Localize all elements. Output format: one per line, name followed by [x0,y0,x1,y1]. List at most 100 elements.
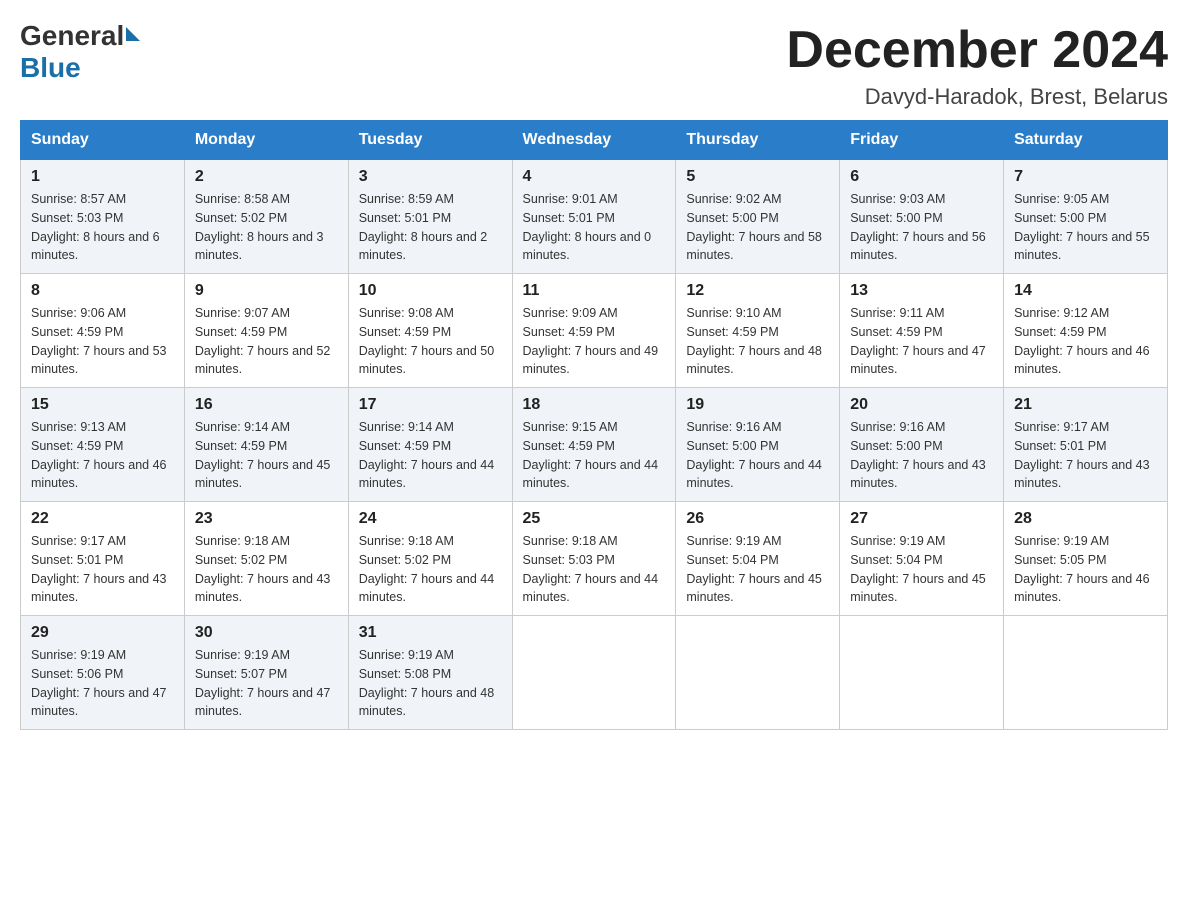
calendar-week-row-5: 29Sunrise: 9:19 AMSunset: 5:06 PMDayligh… [21,616,1168,730]
calendar-cell: 24 Sunrise: 9:18 AMSunset: 5:02 PMDayligh… [348,502,512,616]
calendar-cell: 4 Sunrise: 9:01 AMSunset: 5:01 PMDaylight… [512,160,676,274]
day-number: 6 [850,168,993,186]
day-number: 5 [686,168,829,186]
day-info: Sunrise: 9:12 AMSunset: 4:59 PMDaylight:… [1014,304,1157,379]
page-header: General Blue December 2024 Davyd-Haradok… [20,20,1168,110]
day-number: 4 [523,168,666,186]
calendar-cell: 19 Sunrise: 9:16 AMSunset: 5:00 PMDayligh… [676,388,840,502]
day-number: 7 [1014,168,1157,186]
calendar-cell: 31 Sunrise: 9:19 AMSunset: 5:08 PMDayligh… [348,616,512,730]
day-number: 9 [195,282,338,300]
day-number: 28 [1014,510,1157,528]
calendar-cell: 8Sunrise: 9:06 AMSunset: 4:59 PMDaylight… [21,274,185,388]
calendar-cell: 1 Sunrise: 8:57 AMSunset: 5:03 PMDaylight… [21,160,185,274]
day-info: Sunrise: 9:15 AMSunset: 4:59 PMDaylight:… [523,418,666,493]
calendar-cell: 7 Sunrise: 9:05 AMSunset: 5:00 PMDaylight… [1004,160,1168,274]
calendar-cell: 6 Sunrise: 9:03 AMSunset: 5:00 PMDaylight… [840,160,1004,274]
logo-blue-text: Blue [20,52,81,84]
calendar-cell: 30 Sunrise: 9:19 AMSunset: 5:07 PMDayligh… [184,616,348,730]
col-header-sunday: Sunday [21,121,185,160]
calendar-cell: 16 Sunrise: 9:14 AMSunset: 4:59 PMDayligh… [184,388,348,502]
calendar-week-row-4: 22 Sunrise: 9:17 AMSunset: 5:01 PMDayligh… [21,502,1168,616]
day-number: 1 [31,168,174,186]
day-number: 29 [31,624,174,642]
calendar-cell: 17 Sunrise: 9:14 AMSunset: 4:59 PMDayligh… [348,388,512,502]
day-info: Sunrise: 9:01 AMSunset: 5:01 PMDaylight:… [523,190,666,265]
month-title: December 2024 [786,20,1168,80]
calendar-header-row: Sunday Monday Tuesday Wednesday Thursday… [21,121,1168,160]
col-header-friday: Friday [840,121,1004,160]
day-info: Sunrise: 9:18 AMSunset: 5:02 PMDaylight:… [359,532,502,607]
day-number: 22 [31,510,174,528]
col-header-thursday: Thursday [676,121,840,160]
day-info: Sunrise: 9:19 AMSunset: 5:08 PMDaylight:… [359,646,502,721]
day-number: 17 [359,396,502,414]
day-number: 30 [195,624,338,642]
calendar-cell: 28 Sunrise: 9:19 AMSunset: 5:05 PMDayligh… [1004,502,1168,616]
col-header-wednesday: Wednesday [512,121,676,160]
day-number: 24 [359,510,502,528]
day-info: Sunrise: 8:57 AMSunset: 5:03 PMDaylight:… [31,190,174,265]
calendar-cell: 20Sunrise: 9:16 AMSunset: 5:00 PMDayligh… [840,388,1004,502]
day-info: Sunrise: 9:02 AMSunset: 5:00 PMDaylight:… [686,190,829,265]
day-info: Sunrise: 9:17 AMSunset: 5:01 PMDaylight:… [31,532,174,607]
col-header-saturday: Saturday [1004,121,1168,160]
day-info: Sunrise: 9:19 AMSunset: 5:05 PMDaylight:… [1014,532,1157,607]
day-number: 21 [1014,396,1157,414]
day-number: 23 [195,510,338,528]
day-info: Sunrise: 8:59 AMSunset: 5:01 PMDaylight:… [359,190,502,265]
calendar-table: Sunday Monday Tuesday Wednesday Thursday… [20,120,1168,730]
calendar-week-row-1: 1 Sunrise: 8:57 AMSunset: 5:03 PMDaylight… [21,160,1168,274]
calendar-cell: 23 Sunrise: 9:18 AMSunset: 5:02 PMDayligh… [184,502,348,616]
logo-general-text: General [20,20,124,52]
day-info: Sunrise: 9:14 AMSunset: 4:59 PMDaylight:… [195,418,338,493]
logo-triangle-icon [126,27,140,41]
calendar-cell: 9 Sunrise: 9:07 AMSunset: 4:59 PMDaylight… [184,274,348,388]
day-number: 25 [523,510,666,528]
day-info: Sunrise: 9:19 AMSunset: 5:07 PMDaylight:… [195,646,338,721]
calendar-cell: 15Sunrise: 9:13 AMSunset: 4:59 PMDayligh… [21,388,185,502]
day-info: Sunrise: 9:11 AMSunset: 4:59 PMDaylight:… [850,304,993,379]
calendar-cell [1004,616,1168,730]
day-number: 3 [359,168,502,186]
day-info: Sunrise: 9:16 AMSunset: 5:00 PMDaylight:… [850,418,993,493]
calendar-cell: 18Sunrise: 9:15 AMSunset: 4:59 PMDayligh… [512,388,676,502]
calendar-cell: 29Sunrise: 9:19 AMSunset: 5:06 PMDayligh… [21,616,185,730]
day-number: 14 [1014,282,1157,300]
calendar-cell: 5 Sunrise: 9:02 AMSunset: 5:00 PMDaylight… [676,160,840,274]
day-info: Sunrise: 9:09 AMSunset: 4:59 PMDaylight:… [523,304,666,379]
col-header-monday: Monday [184,121,348,160]
day-info: Sunrise: 9:06 AMSunset: 4:59 PMDaylight:… [31,304,174,379]
day-info: Sunrise: 9:03 AMSunset: 5:00 PMDaylight:… [850,190,993,265]
calendar-week-row-3: 15Sunrise: 9:13 AMSunset: 4:59 PMDayligh… [21,388,1168,502]
day-info: Sunrise: 9:05 AMSunset: 5:00 PMDaylight:… [1014,190,1157,265]
day-number: 27 [850,510,993,528]
day-number: 19 [686,396,829,414]
calendar-cell: 27 Sunrise: 9:19 AMSunset: 5:04 PMDayligh… [840,502,1004,616]
day-number: 13 [850,282,993,300]
day-number: 11 [523,282,666,300]
day-info: Sunrise: 9:08 AMSunset: 4:59 PMDaylight:… [359,304,502,379]
calendar-cell: 26Sunrise: 9:19 AMSunset: 5:04 PMDayligh… [676,502,840,616]
day-number: 31 [359,624,502,642]
calendar-cell: 11 Sunrise: 9:09 AMSunset: 4:59 PMDayligh… [512,274,676,388]
day-info: Sunrise: 9:19 AMSunset: 5:04 PMDaylight:… [850,532,993,607]
day-info: Sunrise: 9:18 AMSunset: 5:02 PMDaylight:… [195,532,338,607]
day-number: 10 [359,282,502,300]
day-number: 16 [195,396,338,414]
calendar-cell: 10 Sunrise: 9:08 AMSunset: 4:59 PMDayligh… [348,274,512,388]
day-info: Sunrise: 9:19 AMSunset: 5:04 PMDaylight:… [686,532,829,607]
day-info: Sunrise: 8:58 AMSunset: 5:02 PMDaylight:… [195,190,338,265]
day-number: 2 [195,168,338,186]
col-header-tuesday: Tuesday [348,121,512,160]
calendar-cell: 13 Sunrise: 9:11 AMSunset: 4:59 PMDayligh… [840,274,1004,388]
calendar-cell: 2 Sunrise: 8:58 AMSunset: 5:02 PMDaylight… [184,160,348,274]
calendar-cell: 25Sunrise: 9:18 AMSunset: 5:03 PMDayligh… [512,502,676,616]
calendar-cell [840,616,1004,730]
calendar-cell [512,616,676,730]
day-info: Sunrise: 9:07 AMSunset: 4:59 PMDaylight:… [195,304,338,379]
day-info: Sunrise: 9:16 AMSunset: 5:00 PMDaylight:… [686,418,829,493]
calendar-cell: 3 Sunrise: 8:59 AMSunset: 5:01 PMDaylight… [348,160,512,274]
day-info: Sunrise: 9:14 AMSunset: 4:59 PMDaylight:… [359,418,502,493]
calendar-cell: 12Sunrise: 9:10 AMSunset: 4:59 PMDayligh… [676,274,840,388]
